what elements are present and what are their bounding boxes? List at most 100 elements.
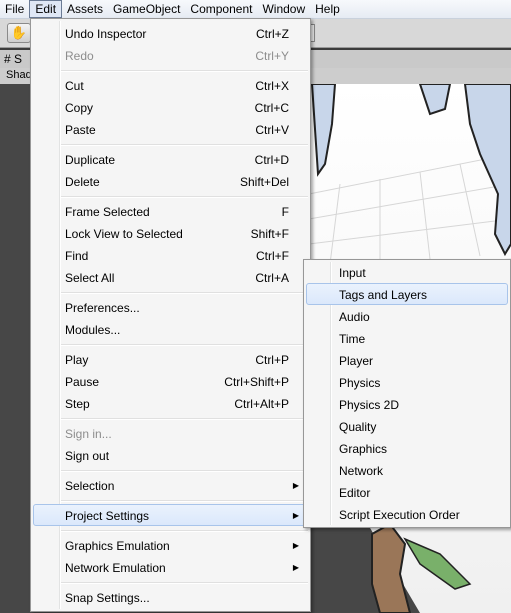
submenu-item-time[interactable]: Time (306, 327, 508, 349)
menu-item-project-settings[interactable]: Project Settings ▶ (33, 504, 308, 526)
menu-item-shortcut: Ctrl+Alt+P (234, 397, 289, 411)
menu-item-label: Physics 2D (339, 398, 400, 412)
menu-component[interactable]: Component (185, 0, 257, 18)
menu-item-label: Preferences... (65, 301, 140, 315)
menu-item-shortcut: Shift+Del (239, 175, 289, 189)
menu-item-shortcut: Ctrl+F (256, 249, 289, 263)
submenu-item-script-execution-order[interactable]: Script Execution Order (306, 503, 508, 525)
menu-item-graphics-emulation[interactable]: Graphics Emulation ▶ (33, 534, 308, 556)
menu-item-label: Redo (65, 49, 94, 63)
menu-item-label: Input (339, 266, 366, 280)
menu-item-network-emulation[interactable]: Network Emulation ▶ (33, 556, 308, 578)
menu-item-label: Find (65, 249, 89, 263)
menu-item-undo[interactable]: Undo Inspector Ctrl+Z (33, 22, 308, 44)
menu-separator (61, 70, 308, 72)
submenu-item-network[interactable]: Network (306, 459, 508, 481)
menu-item-label: Duplicate (65, 153, 116, 167)
menu-item-select-all[interactable]: Select All Ctrl+A (33, 266, 308, 288)
menu-item-lock-view[interactable]: Lock View to Selected Shift+F (33, 222, 308, 244)
hand-icon[interactable]: ✋ (7, 23, 31, 43)
menu-item-label: Cut (65, 79, 84, 93)
menu-item-label: Select All (65, 271, 115, 285)
menu-separator (61, 582, 308, 584)
menu-item-label: Step (65, 397, 90, 411)
submenu-item-tags-and-layers[interactable]: Tags and Layers (306, 283, 508, 305)
menu-item-snap-settings[interactable]: Snap Settings... (33, 586, 308, 608)
menu-item-label: Tags and Layers (339, 288, 428, 302)
menu-item-shortcut: Ctrl+A (255, 271, 289, 285)
scene-tab[interactable]: # S (4, 52, 22, 66)
menu-item-label: Audio (339, 310, 370, 324)
project-settings-submenu: Input Tags and Layers Audio Time Player … (303, 259, 511, 528)
menu-item-shortcut: Ctrl+Y (255, 49, 289, 63)
menu-item-label: Lock View to Selected (65, 227, 183, 241)
submenu-item-physics[interactable]: Physics (306, 371, 508, 393)
menu-assets[interactable]: Assets (62, 0, 108, 18)
menu-item-play[interactable]: Play Ctrl+P (33, 348, 308, 370)
menu-item-label: Play (65, 353, 89, 367)
menu-item-label: Network (339, 464, 384, 478)
menu-item-label: Physics (339, 376, 381, 390)
menu-separator (61, 530, 308, 532)
menu-edit[interactable]: Edit (29, 0, 63, 18)
submenu-item-audio[interactable]: Audio (306, 305, 508, 327)
menu-item-shortcut: Ctrl+Z (256, 27, 289, 41)
menu-item-shortcut: Ctrl+D (254, 153, 289, 167)
menu-item-cut[interactable]: Cut Ctrl+X (33, 74, 308, 96)
menu-item-shortcut: Ctrl+P (255, 353, 289, 367)
menu-bar: File Edit Assets GameObject Component Wi… (0, 0, 511, 19)
menu-separator (61, 470, 308, 472)
shading-mode-dropdown[interactable]: Shad (6, 69, 32, 81)
menu-file[interactable]: File (0, 0, 29, 18)
menu-item-label: Project Settings (65, 509, 150, 523)
menu-item-find[interactable]: Find Ctrl+F (33, 244, 308, 266)
menu-item-sign-in: Sign in... (33, 422, 308, 444)
menu-item-label: Network Emulation (65, 561, 166, 575)
menu-item-label: Graphics Emulation (65, 539, 170, 553)
menu-item-label: Pause (65, 375, 100, 389)
menu-item-copy[interactable]: Copy Ctrl+C (33, 96, 308, 118)
submenu-item-physics-2d[interactable]: Physics 2D (306, 393, 508, 415)
submenu-arrow-icon: ▶ (292, 563, 299, 572)
menu-separator (61, 418, 308, 420)
menu-item-delete[interactable]: Delete Shift+Del (33, 170, 308, 192)
menu-item-label: Modules... (65, 323, 121, 337)
submenu-arrow-icon: ▶ (292, 481, 299, 490)
submenu-arrow-icon: ▶ (292, 511, 299, 520)
menu-help[interactable]: Help (310, 0, 345, 18)
menu-item-selection[interactable]: Selection ▶ (33, 474, 308, 496)
menu-item-step[interactable]: Step Ctrl+Alt+P (33, 392, 308, 414)
menu-item-pause[interactable]: Pause Ctrl+Shift+P (33, 370, 308, 392)
menu-window[interactable]: Window (257, 0, 310, 18)
menu-item-label: Frame Selected (65, 205, 150, 219)
submenu-arrow-icon: ▶ (292, 541, 299, 550)
menu-item-paste[interactable]: Paste Ctrl+V (33, 118, 308, 140)
menu-separator (61, 500, 308, 502)
menu-item-label: Delete (65, 175, 100, 189)
menu-item-shortcut: Shift+F (250, 227, 289, 241)
submenu-item-graphics[interactable]: Graphics (306, 437, 508, 459)
menu-item-label: Undo Inspector (65, 27, 147, 41)
menu-item-shortcut: Ctrl+V (255, 123, 289, 137)
menu-separator (61, 344, 308, 346)
menu-item-modules[interactable]: Modules... (33, 318, 308, 340)
menu-item-preferences[interactable]: Preferences... (33, 296, 308, 318)
menu-item-label: Graphics (339, 442, 388, 456)
submenu-item-editor[interactable]: Editor (306, 481, 508, 503)
menu-item-label: Quality (339, 420, 377, 434)
menu-item-label: Editor (339, 486, 371, 500)
menu-item-label: Script Execution Order (339, 508, 460, 522)
menu-gameobject[interactable]: GameObject (108, 0, 185, 18)
menu-item-label: Selection (65, 479, 115, 493)
menu-item-shortcut: Ctrl+C (254, 101, 289, 115)
menu-item-frame-selected[interactable]: Frame Selected F (33, 200, 308, 222)
menu-item-label: Copy (65, 101, 94, 115)
submenu-item-quality[interactable]: Quality (306, 415, 508, 437)
menu-separator (61, 292, 308, 294)
menu-item-duplicate[interactable]: Duplicate Ctrl+D (33, 148, 308, 170)
submenu-item-player[interactable]: Player (306, 349, 508, 371)
submenu-item-input[interactable]: Input (306, 261, 508, 283)
edit-menu: Undo Inspector Ctrl+Z Redo Ctrl+Y Cut Ct… (30, 18, 311, 612)
menu-item-sign-out[interactable]: Sign out (33, 444, 308, 466)
menu-separator (61, 196, 308, 198)
